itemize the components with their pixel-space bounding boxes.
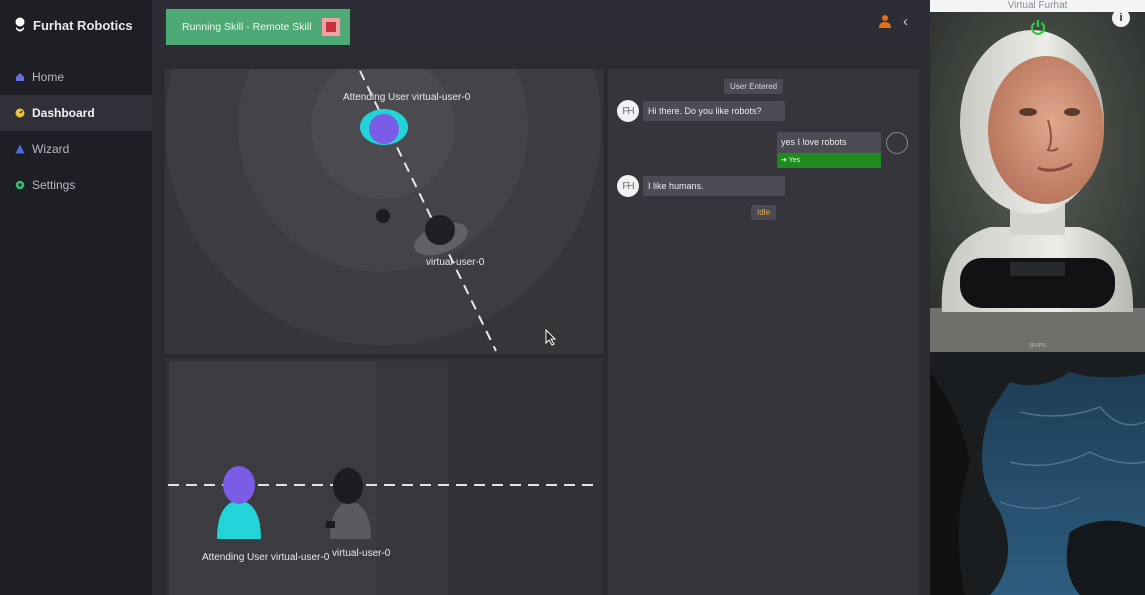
- sidebar-item-dashboard[interactable]: Dashboard: [0, 95, 152, 131]
- virtual-user-hand: [326, 521, 335, 528]
- sidebar-item-label: Settings: [32, 178, 76, 192]
- skill-label: Running Skill - Remote Skill: [182, 21, 312, 33]
- sidebar-item-label: Dashboard: [32, 106, 95, 120]
- front-view-panel: Attending User virtual-user-0 virtual-us…: [165, 358, 603, 595]
- wizard-icon: [15, 144, 25, 154]
- robot-avatar: FH: [617, 100, 639, 122]
- cursor-icon: [545, 329, 557, 346]
- attending-user-label: Attending User virtual-user-0: [202, 552, 330, 563]
- virtual-user-marker: [425, 215, 455, 245]
- sidebar-nav: Home Dashboard Wizard Settings: [0, 59, 152, 203]
- stop-icon: [326, 22, 336, 32]
- virtual-furhat-robot: [930, 12, 1145, 352]
- gear-icon: [15, 180, 25, 190]
- robot-message: I like humans.: [643, 176, 785, 196]
- sidebar-item-settings[interactable]: Settings: [0, 167, 152, 203]
- info-icon[interactable]: i: [1112, 9, 1130, 27]
- chevron-left-icon[interactable]: ‹: [903, 13, 908, 30]
- attending-user-head: [223, 466, 255, 504]
- home-icon: [16, 73, 24, 81]
- robot-face: [988, 56, 1104, 204]
- user-icon[interactable]: [878, 14, 892, 28]
- sidebar-item-wizard[interactable]: Wizard: [0, 131, 152, 167]
- power-icon[interactable]: [1030, 19, 1046, 35]
- virtual-user-label: virtual-user-0: [426, 257, 485, 268]
- virtual-user-body: [330, 501, 371, 539]
- status-tag-idle: Idle: [751, 205, 776, 220]
- sidebar: Furhat Robotics Home Dashboard Wizard Se…: [0, 0, 152, 595]
- interaction-log-panel: User Entered FH Hi there. Do you like ro…: [608, 69, 919, 595]
- background-landscape-image: [930, 352, 1145, 595]
- top-down-view-panel: Attending User virtual-user-0 virtual-us…: [165, 69, 603, 354]
- top-down-view: [165, 69, 601, 352]
- attending-user-marker: [369, 114, 399, 144]
- virtual-furhat-title: Virtual Furhat: [930, 0, 1145, 12]
- user-message: yes I love robots ➜ Yes: [777, 132, 881, 168]
- virtual-furhat-stage: [930, 12, 1145, 352]
- fps-counter: 30 FPS: [1029, 343, 1046, 349]
- attending-user-label: Attending User virtual-user-0: [343, 92, 471, 103]
- robot-message: Hi there. Do you like robots?: [643, 101, 785, 121]
- user-message-text: yes I love robots: [781, 137, 847, 147]
- top-bar: Running Skill - Remote Skill ‹: [152, 0, 930, 54]
- virtual-furhat-panel: Virtual Furhat i 30 FPS: [930, 0, 1145, 595]
- running-skill-indicator: Running Skill - Remote Skill: [166, 9, 350, 45]
- brand-name: Furhat Robotics: [33, 17, 133, 33]
- virtual-user-head: [333, 468, 363, 504]
- robot-avatar: FH: [617, 175, 639, 197]
- attending-user-body: [217, 500, 261, 539]
- event-tag-user-entered: User Entered: [724, 79, 784, 94]
- sidebar-item-home[interactable]: Home: [0, 59, 152, 95]
- dashboard-icon: [15, 108, 25, 118]
- brand[interactable]: Furhat Robotics: [14, 16, 133, 34]
- intent-badge: ➜ Yes: [777, 153, 881, 168]
- sidebar-item-label: Home: [32, 70, 65, 84]
- user-avatar: [886, 132, 908, 154]
- robot-marker: [376, 209, 390, 223]
- furhat-logo-icon: [15, 17, 25, 32]
- virtual-user-label: virtual-user-0: [332, 548, 391, 559]
- sidebar-item-label: Wizard: [32, 142, 70, 156]
- stop-skill-button[interactable]: [322, 18, 340, 36]
